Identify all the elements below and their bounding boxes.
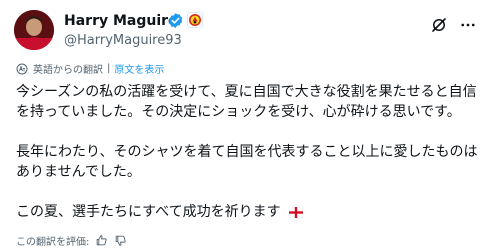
tweet-line: この夏、選手たちにすべて成功を祈ります bbox=[16, 204, 281, 220]
avatar[interactable] bbox=[14, 10, 54, 50]
rate-translation-label: この翻訳を評価: bbox=[16, 237, 90, 248]
tweet-line: ありませんでした。 bbox=[16, 164, 141, 180]
tweet-line: を持っていました。その決定にショックを受け、心が砕ける思いです。 bbox=[16, 104, 461, 120]
grok-icon[interactable] bbox=[430, 16, 448, 34]
rate-translation-bar: この翻訳を評価: bbox=[16, 233, 127, 248]
show-original-link[interactable]: 原文を表示 bbox=[114, 61, 164, 76]
avatar-image bbox=[14, 10, 54, 50]
translation-bar: 英語からの翻訳 | 原文を表示 bbox=[16, 61, 164, 76]
translation-separator: | bbox=[107, 63, 111, 74]
thumbs-down-icon[interactable] bbox=[114, 234, 127, 247]
more-icon[interactable] bbox=[459, 16, 477, 34]
tweet-line: 今シーズンの私の活躍を受けて、夏に自国で大きな役割を果たせると自信 bbox=[16, 84, 477, 100]
thumbs-up-icon[interactable] bbox=[95, 234, 108, 247]
translation-source-label: 英語からの翻訳 bbox=[33, 65, 103, 76]
tweet-paragraph: 長年にわたり、そのシャツを着て自国を代表すること以上に愛したものは ありませんで… bbox=[16, 142, 478, 182]
display-name[interactable]: Harry Maguire bbox=[64, 13, 178, 29]
handle[interactable]: @HarryMaguire93 bbox=[64, 33, 182, 48]
england-flag-icon bbox=[289, 207, 304, 218]
tweet-paragraph: この夏、選手たちにすべて成功を祈ります bbox=[16, 202, 476, 222]
tweet-text: 今シーズンの私の活躍を受けて、夏に自国で大きな役割を果たせると自信 を持っていま… bbox=[16, 82, 478, 242]
translate-icon bbox=[16, 63, 28, 74]
verified-badge-icon[interactable] bbox=[167, 12, 184, 29]
tweet-paragraph: 今シーズンの私の活躍を受けて、夏に自国で大きな役割を果たせると自信 を持っていま… bbox=[16, 82, 477, 122]
tweet-line: 長年にわたり、そのシャツを着て自国を代表すること以上に愛したものは bbox=[16, 144, 478, 160]
club-crest-icon[interactable] bbox=[187, 12, 203, 28]
